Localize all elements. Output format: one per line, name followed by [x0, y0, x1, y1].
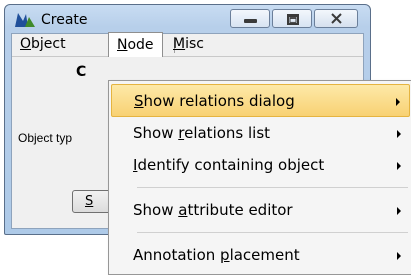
menu-item-label: Show relations dialog	[134, 92, 295, 110]
submenu-arrow-icon	[397, 252, 401, 260]
menu-item-label: Show attribute editor	[133, 201, 293, 219]
menu-misc-mnemonic: M	[173, 36, 186, 52]
menu-item-label: Annotation placement	[133, 246, 300, 264]
minimize-button[interactable]	[230, 9, 270, 28]
close-icon	[331, 13, 342, 24]
menu-item-show-attribute-editor[interactable]: Show attribute editor	[111, 194, 410, 227]
node-menu-dropdown: Show relations dialog Show relations lis…	[108, 80, 411, 275]
submenu-arrow-icon	[397, 162, 401, 170]
menu-object-label: bject	[31, 36, 66, 52]
menu-item-label: Show relations list	[133, 124, 271, 142]
menu-separator	[137, 232, 408, 233]
title-bar[interactable]: Create	[5, 5, 370, 33]
maximize-button[interactable]	[272, 9, 312, 28]
close-button[interactable]	[314, 9, 358, 28]
minimize-icon	[244, 19, 257, 23]
window-title: Create	[41, 12, 88, 28]
menu-bar: Object Node Misc	[12, 32, 363, 57]
app-icon	[15, 13, 35, 27]
menu-item-annotation-placement[interactable]: Annotation placement	[111, 239, 410, 272]
section-heading: C	[76, 64, 87, 80]
menu-node[interactable]: Node	[108, 32, 163, 57]
submenu-arrow-icon	[396, 98, 400, 106]
menu-item-show-relations-dialog[interactable]: Show relations dialog	[111, 84, 410, 117]
menu-object[interactable]: Object	[14, 34, 72, 56]
menu-separator	[137, 187, 408, 188]
menu-node-label: ode	[127, 37, 154, 53]
maximize-icon	[287, 14, 299, 25]
submenu-arrow-icon	[397, 207, 401, 215]
menu-node-mnemonic: N	[117, 37, 128, 53]
menu-object-mnemonic: O	[20, 36, 32, 52]
menu-misc-label: isc	[185, 36, 204, 52]
partial-button-label: S	[85, 194, 94, 209]
menu-item-show-relations-list[interactable]: Show relations list	[111, 117, 410, 150]
menu-item-label: Identify containing object	[133, 156, 325, 174]
menu-misc[interactable]: Misc	[167, 34, 210, 56]
object-type-label: Object typ	[18, 131, 73, 145]
menu-item-identify-containing-object[interactable]: Identify containing object	[111, 149, 410, 182]
submenu-arrow-icon	[397, 130, 401, 138]
